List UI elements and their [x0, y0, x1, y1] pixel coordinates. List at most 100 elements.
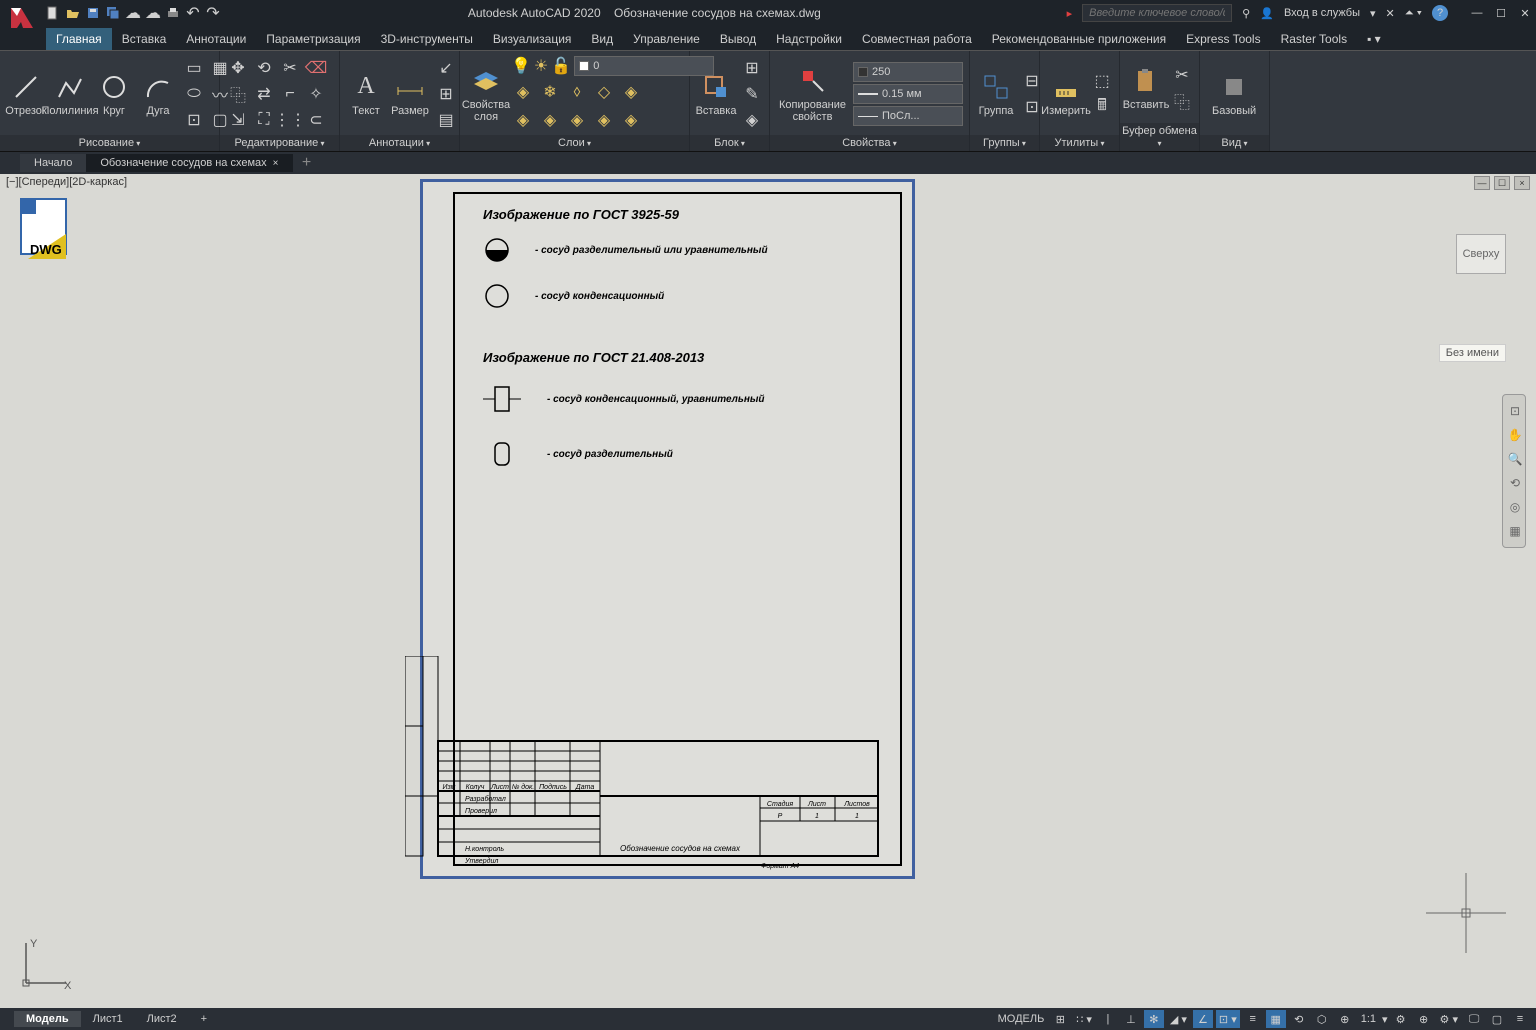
erase-icon[interactable]: ⌫	[304, 56, 328, 80]
move-icon[interactable]: ✥	[226, 56, 250, 80]
cloud2-icon[interactable]: ☁	[144, 4, 162, 22]
nav-wheel-icon[interactable]: ◎	[1503, 495, 1527, 519]
tab-annotate[interactable]: Аннотации	[176, 28, 256, 50]
trim-icon[interactable]: ✂	[278, 56, 302, 80]
circle-button[interactable]: Круг	[94, 69, 134, 119]
save-icon[interactable]	[84, 4, 102, 22]
tab-close-icon[interactable]: ×	[273, 158, 279, 169]
redo-icon[interactable]: ↷	[204, 4, 222, 22]
panel-props[interactable]: Свойства	[770, 135, 969, 151]
tab-3d[interactable]: 3D-инструменты	[371, 28, 483, 50]
exchange-icon[interactable]: ✕	[1386, 7, 1395, 20]
status-ws-icon[interactable]: ⚙ ▾	[1437, 1010, 1461, 1028]
vp-maximize-icon[interactable]: ☐	[1494, 176, 1510, 190]
mirror-icon[interactable]: ⇄	[252, 82, 276, 106]
minimize-icon[interactable]: —	[1470, 6, 1484, 20]
status-iso-icon[interactable]: ◢ ▾	[1167, 1010, 1190, 1028]
group-button[interactable]: Группа	[976, 69, 1016, 119]
open-icon[interactable]	[64, 4, 82, 22]
status-lw-icon[interactable]: ≡	[1243, 1010, 1263, 1028]
vp-close-icon[interactable]: ×	[1514, 176, 1530, 190]
mtext-icon[interactable]: ▤	[434, 108, 458, 132]
panel-clip[interactable]: Буфер обмена	[1120, 123, 1199, 151]
paste-button[interactable]: Вставить	[1126, 63, 1166, 113]
status-clean-icon[interactable]: ▢	[1487, 1010, 1507, 1028]
cut-icon[interactable]: ✂	[1170, 63, 1194, 87]
plot-icon[interactable]	[164, 4, 182, 22]
tab-output[interactable]: Вывод	[710, 28, 766, 50]
status-gear-icon[interactable]: ⚙	[1391, 1010, 1411, 1028]
nav-zoom-icon[interactable]: 🔍	[1503, 447, 1527, 471]
tab-express[interactable]: Express Tools	[1176, 28, 1270, 50]
status-model[interactable]: МОДЕЛЬ	[995, 1010, 1048, 1028]
copy-icon[interactable]: ⿻	[226, 82, 250, 106]
scale-icon[interactable]: ⛶	[252, 108, 276, 132]
panel-draw[interactable]: Рисование	[0, 135, 219, 151]
array-icon[interactable]: ⋮⋮	[278, 108, 302, 132]
table-icon[interactable]: ⊞	[434, 82, 458, 106]
tab-model[interactable]: Модель	[14, 1011, 81, 1027]
nav-orbit-icon[interactable]: ⟲	[1503, 471, 1527, 495]
tab-addins[interactable]: Надстройки	[766, 28, 852, 50]
layer-cur-icon[interactable]: ◈	[592, 108, 616, 132]
status-annoscale-icon[interactable]: ⊕	[1414, 1010, 1434, 1028]
viewport-label[interactable]: [−][Спереди][2D-каркас]	[6, 176, 127, 188]
layer-match-icon[interactable]: ◈	[619, 80, 643, 104]
offset-icon[interactable]: ⊂	[304, 108, 328, 132]
layer-lock-icon[interactable]: 🔓	[551, 56, 571, 76]
ellipse-icon[interactable]: ⬭	[182, 82, 206, 106]
status-polar-icon[interactable]: ✻	[1144, 1010, 1164, 1028]
cloud-icon[interactable]: ☁	[124, 4, 142, 22]
tab-extra[interactable]: ▪ ▾	[1357, 28, 1391, 50]
help-icon[interactable]: ?	[1432, 5, 1448, 21]
tab-layout1[interactable]: Лист1	[81, 1011, 135, 1027]
insert-button[interactable]: Вставка	[696, 69, 736, 119]
rect-icon[interactable]: ▭	[182, 56, 206, 80]
copy-clip-icon[interactable]: ⿻	[1170, 89, 1194, 113]
panel-annot[interactable]: Аннотации	[340, 135, 459, 151]
tab-home[interactable]: Главная	[46, 28, 112, 50]
calc-icon[interactable]: 🖩	[1090, 95, 1114, 119]
pline-button[interactable]: Полилиния	[50, 69, 90, 119]
tab-start[interactable]: Начало	[20, 154, 86, 172]
status-dyn-icon[interactable]: ⊕	[1335, 1010, 1355, 1028]
undo-icon[interactable]: ↶	[184, 4, 202, 22]
tab-view[interactable]: Вид	[581, 28, 623, 50]
line-button[interactable]: Отрезок	[6, 69, 46, 119]
create-block-icon[interactable]: ⊞	[740, 56, 764, 80]
close-icon[interactable]: ✕	[1518, 6, 1532, 20]
new-icon[interactable]	[44, 4, 62, 22]
panel-view[interactable]: Вид	[1200, 135, 1269, 151]
status-cycle-icon[interactable]: ⟲	[1289, 1010, 1309, 1028]
status-3dosnap-icon[interactable]: ⬡	[1312, 1010, 1332, 1028]
layer-make-icon[interactable]: ◇	[592, 80, 616, 104]
layer-sun-icon[interactable]: ☀	[534, 56, 548, 76]
tab-collab[interactable]: Совместная работа	[852, 28, 982, 50]
login-label[interactable]: Вход в службы	[1284, 7, 1360, 19]
layer-badge[interactable]: Без имени	[1439, 344, 1506, 362]
tab-insert[interactable]: Вставка	[112, 28, 177, 50]
vp-minimize-icon[interactable]: —	[1474, 176, 1490, 190]
leader-icon[interactable]: ↙	[434, 56, 458, 80]
rotate-icon[interactable]: ⟲	[252, 56, 276, 80]
layer-copy-icon[interactable]: ◈	[619, 108, 643, 132]
lineweight-combo[interactable]: 0.15 мм	[853, 84, 963, 104]
layer-prev-icon[interactable]: ◈	[511, 108, 535, 132]
arc-button[interactable]: Дуга	[138, 69, 178, 119]
saveas-icon[interactable]	[104, 4, 122, 22]
status-otrack-icon[interactable]: ∠	[1193, 1010, 1213, 1028]
layer-state-icon[interactable]: ◈	[538, 108, 562, 132]
dwg-file-icon[interactable]: DWG	[16, 194, 76, 269]
tab-recommend[interactable]: Рекомендованные приложения	[982, 28, 1176, 50]
status-scale[interactable]: 1:1	[1358, 1010, 1379, 1028]
search-icon[interactable]: ⚲	[1242, 7, 1250, 20]
explode-icon[interactable]: ✧	[304, 82, 328, 106]
measure-button[interactable]: Измерить	[1046, 69, 1086, 119]
select-icon[interactable]: ⬚	[1090, 69, 1114, 93]
panel-groups[interactable]: Группы	[970, 135, 1039, 151]
tab-layout2[interactable]: Лист2	[135, 1011, 189, 1027]
user-icon[interactable]: 👤	[1260, 7, 1274, 20]
matchprops-button[interactable]: Копирование свойств	[776, 63, 849, 125]
panel-modify[interactable]: Редактирование	[220, 135, 339, 151]
text-button[interactable]: AТекст	[346, 69, 386, 119]
